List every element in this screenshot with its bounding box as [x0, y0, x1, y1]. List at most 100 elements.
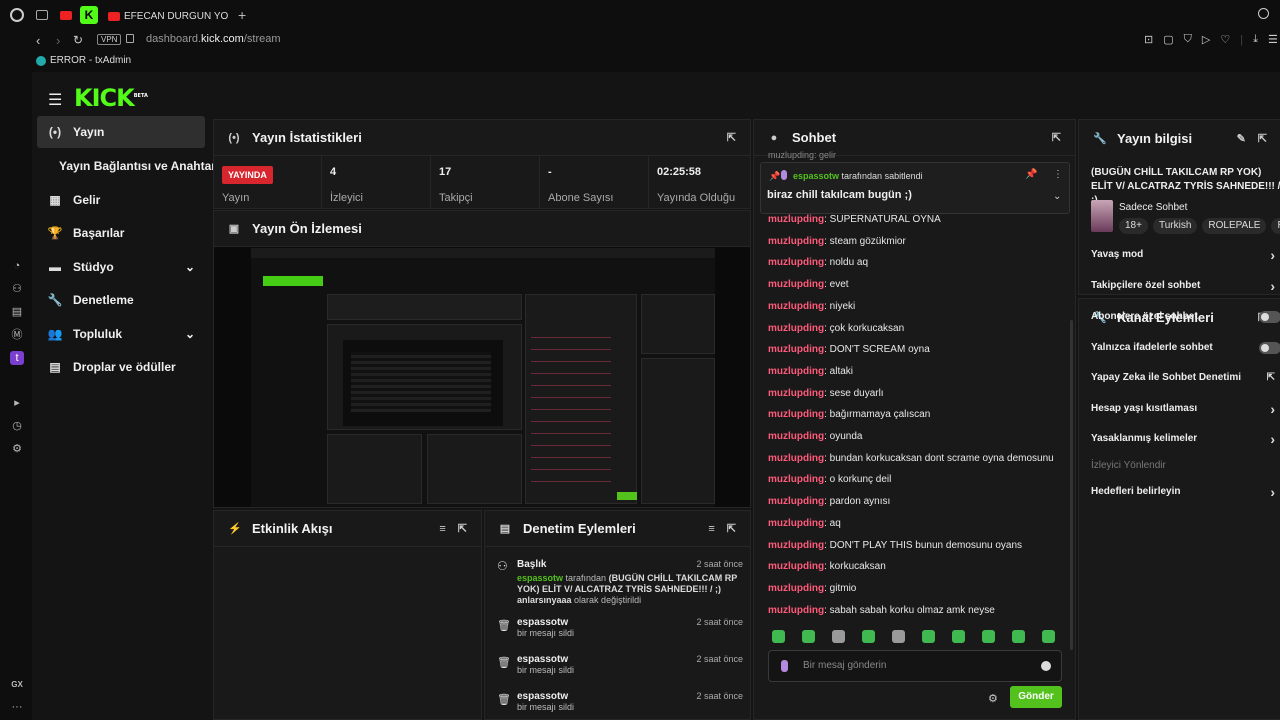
more-icon[interactable]: ···	[10, 700, 24, 714]
filter-icon[interactable]: ≡	[439, 523, 445, 535]
url-field[interactable]: dashboard. kick.com/stream	[146, 33, 281, 45]
reload-icon[interactable]: ↻	[73, 33, 83, 47]
opera-logo-icon[interactable]	[10, 8, 24, 22]
kick-logo[interactable]: KICKBETA	[74, 84, 148, 112]
chat-username[interactable]: muzlupding	[768, 279, 824, 290]
filter-icon[interactable]: ≡	[708, 523, 714, 535]
emote-icon[interactable]	[922, 630, 935, 643]
nav-item-2[interactable]: Yayın Bağlantısı ve Anahtarı	[37, 150, 219, 182]
chat-username[interactable]: muzlupding	[768, 388, 824, 399]
more-vert-icon[interactable]: ⋮	[1053, 169, 1063, 180]
messenger-icon[interactable]: ◔	[10, 259, 24, 273]
mod-user[interactable]: espassotw	[517, 573, 563, 583]
nav-item-8[interactable]: ▤ Droplar ve ödüller	[37, 351, 205, 383]
hamburger-icon[interactable]: ☰	[48, 90, 62, 110]
snapshot-icon[interactable]: ▢	[1163, 33, 1173, 46]
emote-icon[interactable]	[982, 630, 995, 643]
chevron-right-icon[interactable]: ›	[1270, 431, 1275, 447]
pin-icon[interactable]: ⊡	[1144, 33, 1153, 46]
news-icon[interactable]: ▤	[10, 305, 24, 319]
chevron-down-icon[interactable]: ⌄	[1053, 191, 1061, 202]
emote-icon[interactable]	[862, 630, 875, 643]
chat-username[interactable]: muzlupding	[768, 409, 824, 420]
popout-icon[interactable]: ⇱	[1052, 131, 1061, 144]
chat-username[interactable]: muzlupding	[768, 236, 824, 247]
play-icon[interactable]: ▷	[1202, 33, 1210, 46]
channel-action-row[interactable]: Abonelere özel sohbet	[1091, 310, 1280, 323]
workspace-icon[interactable]	[36, 10, 48, 20]
emote-icon[interactable]	[832, 630, 845, 643]
twitch-icon[interactable]: t	[10, 351, 24, 365]
pinned-user[interactable]: espassotw	[793, 171, 839, 181]
category-thumbnail[interactable]	[1091, 200, 1113, 232]
popout-icon[interactable]: ⇱	[727, 131, 736, 144]
toggle-switch[interactable]	[1259, 310, 1280, 323]
stream-tag[interactable]: Turkish	[1152, 218, 1198, 234]
nav-item-4[interactable]: 🏆 Başarılar	[37, 217, 205, 249]
mail-icon[interactable]: Ⓜ	[10, 328, 24, 342]
ai-icon[interactable]: ⚇	[10, 282, 24, 296]
chat-input[interactable]: Bir mesaj gönderin	[768, 650, 1062, 682]
chat-username[interactable]: muzlupding	[768, 474, 824, 485]
pinned-message[interactable]: 📌 espassotw tarafından sabitlendi biraz …	[760, 162, 1070, 214]
emote-icon[interactable]	[802, 630, 815, 643]
settings-icon[interactable]: ⚙	[10, 442, 24, 456]
channel-action-row[interactable]: Yavaş mod ›	[1091, 247, 1280, 263]
channel-action-row[interactable]: Yapay Zeka ile Sohbet Denetimi ⇱	[1091, 372, 1280, 383]
chat-username[interactable]: muzlupding	[768, 540, 824, 551]
channel-action-row[interactable]: Yalnızca ifadelerle sohbet	[1091, 341, 1280, 354]
emote-icon[interactable]	[772, 630, 785, 643]
menu-icon[interactable]: ☰	[1268, 33, 1278, 46]
nav-item-1[interactable]: (•) Yayın	[37, 116, 205, 148]
chat-username[interactable]: muzlupding	[768, 431, 824, 442]
back-icon[interactable]: ‹	[36, 33, 40, 48]
mic-icon[interactable]	[781, 660, 788, 672]
edit-icon[interactable]: ✎	[1237, 132, 1246, 145]
stream-tag[interactable]: ROLEPALE	[1202, 218, 1267, 234]
search-icon[interactable]	[1258, 8, 1269, 19]
chat-username[interactable]: muzlupding	[768, 561, 824, 572]
chat-username[interactable]: muzlupding	[768, 518, 824, 529]
stream-tag[interactable]: 18+	[1119, 218, 1148, 234]
player-icon[interactable]: ▸	[10, 396, 24, 410]
channel-action-row[interactable]: İzleyici Yönlendir	[1091, 460, 1280, 471]
unpin-icon[interactable]: 📌	[1025, 169, 1037, 180]
chat-username[interactable]: muzlupding	[768, 496, 824, 507]
emote-icon[interactable]	[1012, 630, 1025, 643]
popout-icon[interactable]: ⇱	[1258, 132, 1267, 145]
chat-scrollbar[interactable]	[1070, 320, 1073, 650]
chat-username[interactable]: muzlupding	[768, 301, 824, 312]
stream-preview-video[interactable]	[251, 248, 715, 507]
chat-username[interactable]: muzlupding	[768, 344, 824, 355]
heart-icon[interactable]: ♡	[1220, 33, 1230, 46]
nav-item-7[interactable]: 👥 Topluluk ⌄	[37, 318, 205, 350]
send-button[interactable]: Gönder	[1010, 686, 1062, 708]
chevron-right-icon[interactable]: ›	[1270, 401, 1275, 417]
bookmark-txadmin[interactable]: ERROR - txAdmin	[36, 55, 131, 66]
chevron-right-icon[interactable]: ›	[1270, 484, 1275, 500]
nav-item-6[interactable]: 🔧 Denetleme	[37, 284, 205, 316]
chevron-down-icon[interactable]: ⌄	[185, 260, 195, 274]
chevron-right-icon[interactable]: ›	[1270, 278, 1275, 294]
emoji-icon[interactable]	[1041, 661, 1051, 671]
popout-icon[interactable]: ⇱	[727, 522, 736, 535]
emote-icon[interactable]	[892, 630, 905, 643]
popout-icon[interactable]: ⇱	[458, 522, 467, 535]
chat-username[interactable]: muzlupding	[768, 605, 824, 616]
channel-action-row[interactable]: Takipçilere özel sohbet ›	[1091, 278, 1280, 294]
kick-tab-icon[interactable]: K	[80, 6, 98, 24]
channel-action-row[interactable]: Yasaklanmış kelimeler ›	[1091, 431, 1280, 447]
chevron-down-icon[interactable]: ⌄	[185, 327, 195, 341]
chat-username[interactable]: muzlupding	[768, 453, 824, 464]
chat-username[interactable]: muzlupding	[768, 366, 824, 377]
shield-icon[interactable]: ⛉	[1184, 33, 1192, 46]
tab-youtube[interactable]: EFECAN DURGUN YOUTUB	[108, 6, 230, 26]
chat-username[interactable]: muzlupding	[768, 214, 824, 225]
gear-icon[interactable]: ⚙	[988, 692, 998, 705]
channel-action-row[interactable]: Hedefleri belirleyin ›	[1091, 484, 1280, 500]
download-icon[interactable]: ⤓	[1253, 33, 1258, 46]
emote-icon[interactable]	[1042, 630, 1055, 643]
external-link-icon[interactable]: ⇱	[1267, 372, 1275, 383]
chat-username[interactable]: muzlupding	[768, 323, 824, 334]
category-name[interactable]: Sadece Sohbet	[1119, 202, 1187, 213]
